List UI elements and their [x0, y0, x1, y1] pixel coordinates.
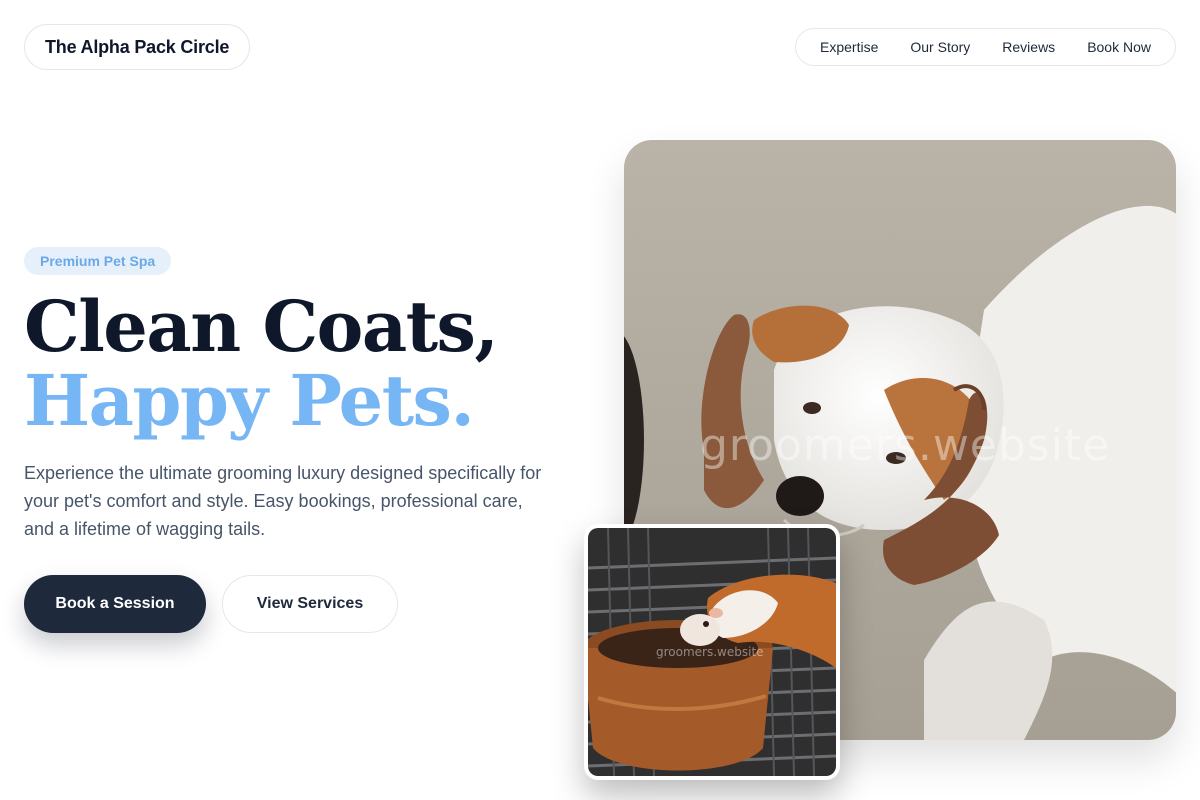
- view-services-button[interactable]: View Services: [222, 575, 398, 633]
- hero-headline: Clean Coats, Happy Pets.: [24, 285, 499, 442]
- nav-link-expertise[interactable]: Expertise: [804, 39, 894, 55]
- nav-link-our-story[interactable]: Our Story: [894, 39, 986, 55]
- nav-link-book-now[interactable]: Book Now: [1071, 39, 1167, 55]
- brand-logo[interactable]: The Alpha Pack Circle: [24, 24, 251, 70]
- nav-link-reviews[interactable]: Reviews: [986, 39, 1071, 55]
- guinea-pig-image: [584, 524, 840, 780]
- hero-description: Experience the ultimate grooming luxury …: [24, 463, 542, 539]
- book-session-button[interactable]: Book a Session: [24, 575, 206, 633]
- hero-badge: Premium Pet Spa: [24, 247, 172, 275]
- headline-line-2: Happy Pets.: [24, 359, 475, 442]
- top-nav: Expertise Our Story Reviews Book Now: [795, 28, 1176, 66]
- headline-line-1: Clean Coats,: [24, 285, 499, 368]
